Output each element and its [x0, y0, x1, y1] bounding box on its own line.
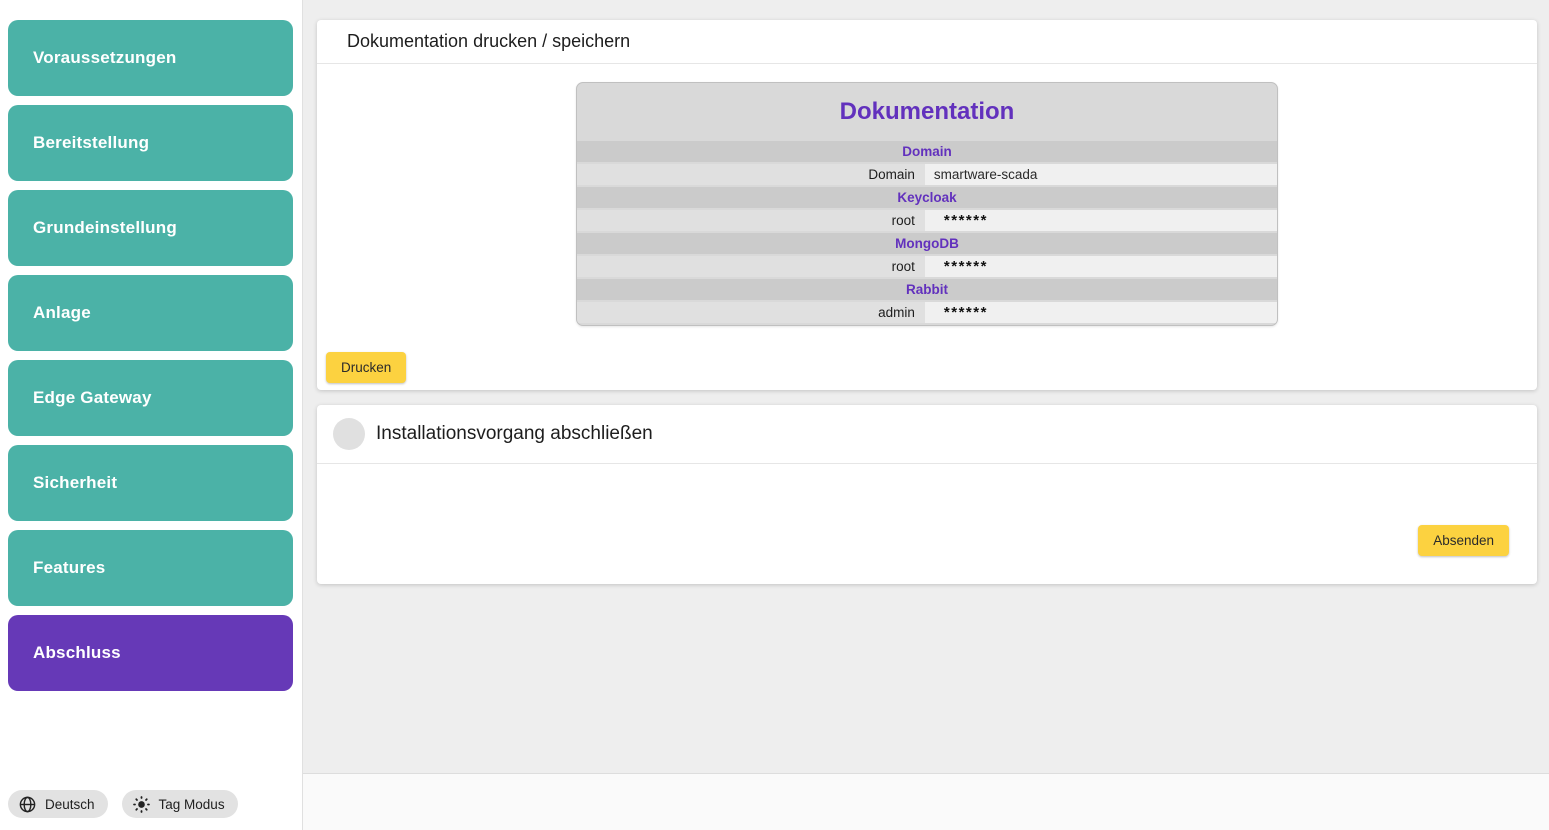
table-row: root ******	[577, 210, 1277, 231]
sidebar-item-edge-gateway[interactable]: Edge Gateway	[8, 360, 293, 436]
documentation-table-title: Dokumentation	[577, 83, 1277, 139]
finish-card: Installationsvorgang abschließen Absende…	[317, 405, 1537, 584]
footer-strip	[303, 773, 1549, 830]
sidebar-item-voraussetzungen[interactable]: Voraussetzungen	[8, 20, 293, 96]
sidebar-item-label: Sicherheit	[33, 473, 117, 493]
sidebar-item-label: Grundeinstellung	[33, 218, 177, 238]
documentation-table: Dokumentation Domain Domain smartware-sc…	[576, 82, 1278, 326]
table-section-domain: Domain	[577, 141, 1277, 162]
finish-card-header: Installationsvorgang abschließen	[317, 405, 1537, 464]
row-label: root	[577, 256, 925, 277]
sidebar-item-label: Features	[33, 558, 105, 578]
row-value-masked: ******	[925, 256, 1277, 277]
row-label: root	[577, 210, 925, 231]
globe-icon	[18, 795, 37, 814]
sun-icon	[132, 795, 151, 814]
finish-card-body: Absenden	[317, 464, 1537, 584]
sidebar-item-label: Voraussetzungen	[33, 48, 176, 68]
table-row: Domain smartware-scada	[577, 164, 1277, 185]
main-area: Dokumentation drucken / speichern Dokume…	[302, 0, 1549, 830]
theme-toggle-chip[interactable]: Tag Modus	[122, 790, 238, 818]
progress-circle	[333, 418, 365, 450]
sidebar-item-sicherheit[interactable]: Sicherheit	[8, 445, 293, 521]
table-section-mongodb: MongoDB	[577, 233, 1277, 254]
wizard-steps: Voraussetzungen Bereitstellung Grundeins…	[0, 20, 302, 691]
table-section-rabbit: Rabbit	[577, 279, 1277, 300]
sidebar-item-label: Edge Gateway	[33, 388, 152, 408]
section-header: Rabbit	[577, 279, 1277, 300]
sidebar-item-grundeinstellung[interactable]: Grundeinstellung	[8, 190, 293, 266]
row-label: admin	[577, 302, 925, 323]
row-value: smartware-scada	[925, 164, 1277, 185]
sidebar-item-label: Anlage	[33, 303, 91, 323]
sidebar-item-features[interactable]: Features	[8, 530, 293, 606]
row-value-masked: ******	[925, 302, 1277, 323]
documentation-card-body: Dokumentation Domain Domain smartware-sc…	[317, 64, 1537, 390]
row-label: Domain	[577, 164, 925, 185]
section-header: Keycloak	[577, 187, 1277, 208]
sidebar-item-abschluss[interactable]: Abschluss	[8, 615, 293, 691]
sidebar-item-label: Abschluss	[33, 643, 121, 663]
finish-card-title: Installationsvorgang abschließen	[376, 423, 653, 445]
content-column: Dokumentation drucken / speichern Dokume…	[303, 0, 1549, 773]
sidebar-item-anlage[interactable]: Anlage	[8, 275, 293, 351]
submit-button[interactable]: Absenden	[1418, 525, 1509, 556]
section-header: MongoDB	[577, 233, 1277, 254]
sidebar-footer-chips: Deutsch Tag Mod	[8, 790, 238, 818]
table-row: admin ******	[577, 302, 1277, 323]
sidebar-item-bereitstellung[interactable]: Bereitstellung	[8, 105, 293, 181]
documentation-card: Dokumentation drucken / speichern Dokume…	[317, 20, 1537, 390]
sidebar-item-label: Bereitstellung	[33, 133, 149, 153]
row-value-masked: ******	[925, 210, 1277, 231]
table-section-keycloak: Keycloak	[577, 187, 1277, 208]
language-chip[interactable]: Deutsch	[8, 790, 108, 818]
sidebar: Voraussetzungen Bereitstellung Grundeins…	[0, 0, 302, 830]
section-header: Domain	[577, 141, 1277, 162]
documentation-card-title: Dokumentation drucken / speichern	[317, 20, 1537, 64]
table-row: root ******	[577, 256, 1277, 277]
print-button[interactable]: Drucken	[326, 352, 406, 383]
theme-chip-label: Tag Modus	[159, 797, 225, 812]
language-chip-label: Deutsch	[45, 797, 95, 812]
